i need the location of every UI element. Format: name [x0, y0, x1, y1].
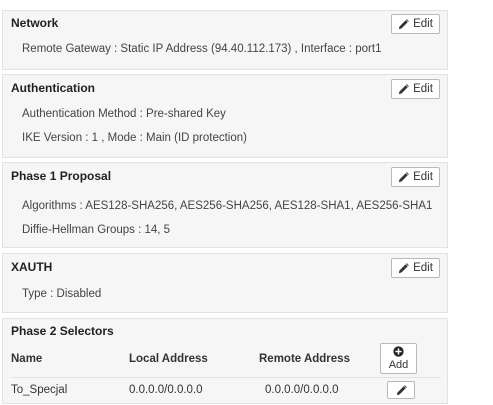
- pencil-icon: [398, 83, 409, 94]
- network-edit-button[interactable]: Edit: [391, 14, 440, 34]
- row-remote-address-cell: 0.0.0.0/0.0.0.0: [265, 384, 339, 396]
- add-label: Add: [388, 359, 409, 371]
- authentication-edit-label: Edit: [413, 83, 433, 95]
- authentication-edit-button[interactable]: Edit: [391, 79, 440, 99]
- table-divider: [11, 377, 441, 378]
- row-edit-button[interactable]: [387, 381, 415, 399]
- phase2-title: Phase 2 Selectors: [11, 324, 114, 338]
- network-edit-label: Edit: [413, 18, 433, 30]
- pencil-icon: [398, 18, 409, 29]
- ike-version-text: IKE Version : 1 , Mode : Main (ID protec…: [22, 132, 247, 144]
- phase1-section: Phase 1 Proposal Edit Algorithms : AES12…: [2, 162, 448, 248]
- authentication-title: Authentication: [11, 81, 95, 95]
- dh-groups-text: Diffie-Hellman Groups : 14, 5: [22, 224, 171, 236]
- xauth-type-text: Type : Disabled: [22, 288, 102, 300]
- xauth-edit-button[interactable]: Edit: [391, 258, 440, 278]
- column-header-remote-address: Remote Address: [259, 353, 350, 365]
- column-header-local-address: Local Address: [129, 353, 208, 365]
- row-name-cell: To_Specjal: [11, 384, 68, 396]
- xauth-title: XAUTH: [11, 260, 53, 274]
- phase1-edit-button[interactable]: Edit: [391, 167, 440, 187]
- phase1-title: Phase 1 Proposal: [11, 169, 112, 183]
- phase1-edit-label: Edit: [413, 171, 433, 183]
- pencil-icon: [396, 384, 407, 395]
- phase2-section: Phase 2 Selectors Name Local Address Rem…: [2, 318, 448, 404]
- add-selector-button[interactable]: Add: [380, 343, 417, 374]
- plus-circle-icon: [393, 346, 404, 357]
- row-local-address-cell: 0.0.0.0/0.0.0.0: [129, 384, 203, 396]
- network-section: Network Edit Remote Gateway : Static IP …: [2, 10, 448, 70]
- auth-method-text: Authentication Method : Pre-shared Key: [22, 108, 226, 120]
- pencil-icon: [398, 171, 409, 182]
- pencil-icon: [398, 262, 409, 273]
- network-title: Network: [11, 16, 59, 30]
- authentication-section: Authentication Edit Authentication Metho…: [2, 74, 448, 158]
- xauth-section: XAUTH Edit Type : Disabled: [2, 253, 448, 313]
- algorithms-text: Algorithms : AES128-SHA256, AES256-SHA25…: [22, 200, 433, 212]
- remote-gateway-text: Remote Gateway : Static IP Address (94.4…: [22, 43, 382, 55]
- xauth-edit-label: Edit: [413, 262, 433, 274]
- column-header-name: Name: [11, 353, 43, 365]
